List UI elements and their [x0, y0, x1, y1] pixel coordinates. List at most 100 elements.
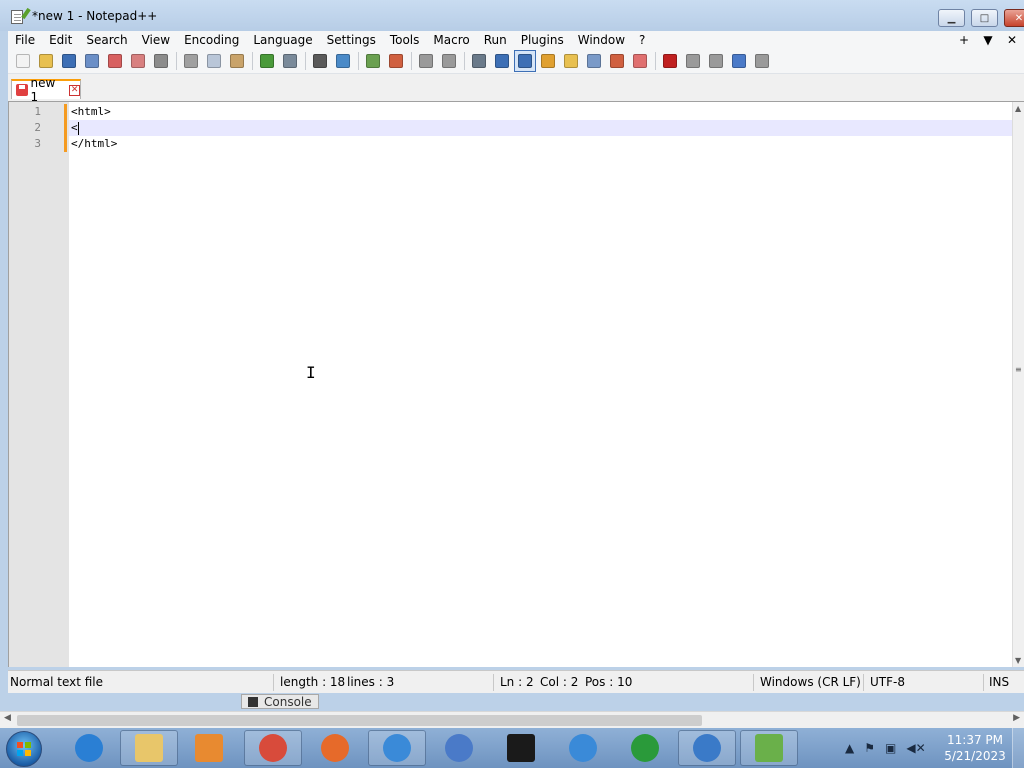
status-divider: [753, 674, 754, 691]
user-language-icon: [541, 54, 555, 68]
scroll-grip-icon[interactable]: ≡: [1015, 365, 1022, 374]
network-icon[interactable]: ▣: [885, 741, 896, 755]
copy-icon: [207, 54, 221, 68]
taskbar-app-button[interactable]: [740, 730, 798, 766]
download-manager-icon: [631, 734, 659, 762]
scroll-thumb[interactable]: [17, 715, 702, 726]
status-divider: [493, 674, 494, 691]
status-lines: lines : 3: [347, 675, 395, 689]
clock[interactable]: 11:37 PM 5/21/2023: [940, 732, 1010, 764]
console-tab[interactable]: Console: [241, 694, 319, 709]
scroll-left-icon[interactable]: ◀: [4, 713, 11, 723]
redo-button[interactable]: [279, 50, 301, 72]
taskbar-app-button[interactable]: [368, 730, 426, 766]
show-all-chars-button[interactable]: [491, 50, 513, 72]
taskbar-app-button[interactable]: [430, 730, 488, 766]
status-divider: [983, 674, 984, 691]
folder-as-workspace-button[interactable]: [606, 50, 628, 72]
volume-muted-icon[interactable]: ◀✕: [906, 741, 925, 755]
minimize-button[interactable]: ▁: [938, 9, 965, 27]
indent-guide-button[interactable]: [514, 50, 536, 72]
taskbar-app-button[interactable]: [244, 730, 302, 766]
menu-search[interactable]: Search: [79, 31, 134, 49]
line-number: 1: [34, 105, 41, 118]
cut-button[interactable]: [180, 50, 202, 72]
tab-new-1[interactable]: new 1 ✕: [11, 76, 81, 104]
maximize-button[interactable]: □: [971, 9, 998, 27]
user-language-button[interactable]: [537, 50, 559, 72]
playback-macro-button[interactable]: [705, 50, 727, 72]
menu-file[interactable]: File: [8, 31, 42, 49]
code-line-2[interactable]: <: [69, 120, 1012, 136]
taskbar-app-button[interactable]: [306, 730, 364, 766]
show-desktop-button[interactable]: [1012, 728, 1024, 768]
menu-settings[interactable]: Settings: [320, 31, 383, 49]
start-button[interactable]: [6, 731, 42, 767]
print-button[interactable]: [150, 50, 172, 72]
record-macro-button[interactable]: [659, 50, 681, 72]
taskbar-app-button[interactable]: [180, 730, 238, 766]
show-hidden-icons-icon[interactable]: ▲: [845, 741, 854, 755]
menu-tools[interactable]: Tools: [383, 31, 427, 49]
horizontal-scrollbar[interactable]: ◀ ▶: [0, 711, 1024, 728]
tab-close-icon[interactable]: ✕: [69, 84, 80, 96]
menu-language[interactable]: Language: [246, 31, 319, 49]
code-area[interactable]: <html> < </html>: [69, 102, 1012, 667]
taskbar-app-button[interactable]: [492, 730, 550, 766]
menu-edit[interactable]: Edit: [42, 31, 79, 49]
notepadpp-app-icon[interactable]: [10, 7, 31, 24]
replace-button[interactable]: [332, 50, 354, 72]
menu-help[interactable]: ?: [632, 31, 652, 49]
zoom-out-button[interactable]: [385, 50, 407, 72]
monitoring-button[interactable]: [629, 50, 651, 72]
taskbar-app-button[interactable]: [120, 730, 178, 766]
menu-plugins[interactable]: Plugins: [514, 31, 571, 49]
menu-macro[interactable]: Macro: [426, 31, 476, 49]
new-tab-plus-icon[interactable]: +: [952, 33, 976, 47]
code-line-3[interactable]: </html>: [69, 136, 1012, 152]
clock-time: 11:37 PM: [947, 733, 1003, 747]
run-macro-multiple-button[interactable]: [728, 50, 750, 72]
line-number: 2: [34, 121, 41, 134]
scroll-right-icon[interactable]: ▶: [1013, 713, 1020, 723]
function-list-button[interactable]: [583, 50, 605, 72]
zoom-in-button[interactable]: [362, 50, 384, 72]
menu-encoding[interactable]: Encoding: [177, 31, 246, 49]
scroll-up-icon[interactable]: ▲: [1015, 104, 1021, 113]
stop-recording-button[interactable]: [682, 50, 704, 72]
scroll-down-icon[interactable]: ▼: [1015, 656, 1021, 665]
action-center-flag-icon[interactable]: ⚑: [864, 741, 875, 755]
taskbar-app-button[interactable]: [616, 730, 674, 766]
firefox-icon: [321, 734, 349, 762]
taskbar-app-button[interactable]: [678, 730, 736, 766]
save-button[interactable]: [58, 50, 80, 72]
menu-run[interactable]: Run: [477, 31, 514, 49]
close-doc-icon[interactable]: ✕: [1000, 33, 1024, 47]
word-wrap-button[interactable]: [468, 50, 490, 72]
doc-map-button[interactable]: [560, 50, 582, 72]
code-line-1[interactable]: <html>: [69, 104, 1012, 120]
save-macro-button[interactable]: [751, 50, 773, 72]
find-button[interactable]: [309, 50, 331, 72]
sync-vertical-button[interactable]: [415, 50, 437, 72]
taskbar-app-button[interactable]: [554, 730, 612, 766]
undo-button[interactable]: [256, 50, 278, 72]
taskbar-app-button[interactable]: [60, 730, 118, 766]
record-macro-icon: [663, 54, 677, 68]
vertical-scrollbar[interactable]: ▲ ≡ ▼: [1012, 102, 1024, 667]
open-file-button[interactable]: [35, 50, 57, 72]
copy-button[interactable]: [203, 50, 225, 72]
sync-horizontal-button[interactable]: [438, 50, 460, 72]
menu-view[interactable]: View: [135, 31, 177, 49]
close-all-button[interactable]: [127, 50, 149, 72]
paste-button[interactable]: [226, 50, 248, 72]
editor-pane[interactable]: 1 2 3 <html> < </html> ▲ ≡ ▼ I: [8, 101, 1024, 667]
close-button[interactable]: [104, 50, 126, 72]
close-all-icon: [131, 54, 145, 68]
mouse-ibeam-cursor-icon: I: [306, 363, 316, 382]
menu-window[interactable]: Window: [571, 31, 632, 49]
close-window-button[interactable]: ✕: [1004, 9, 1024, 27]
tab-list-arrow-icon[interactable]: ▼: [976, 33, 1000, 47]
save-all-button[interactable]: [81, 50, 103, 72]
new-file-button[interactable]: [12, 50, 34, 72]
